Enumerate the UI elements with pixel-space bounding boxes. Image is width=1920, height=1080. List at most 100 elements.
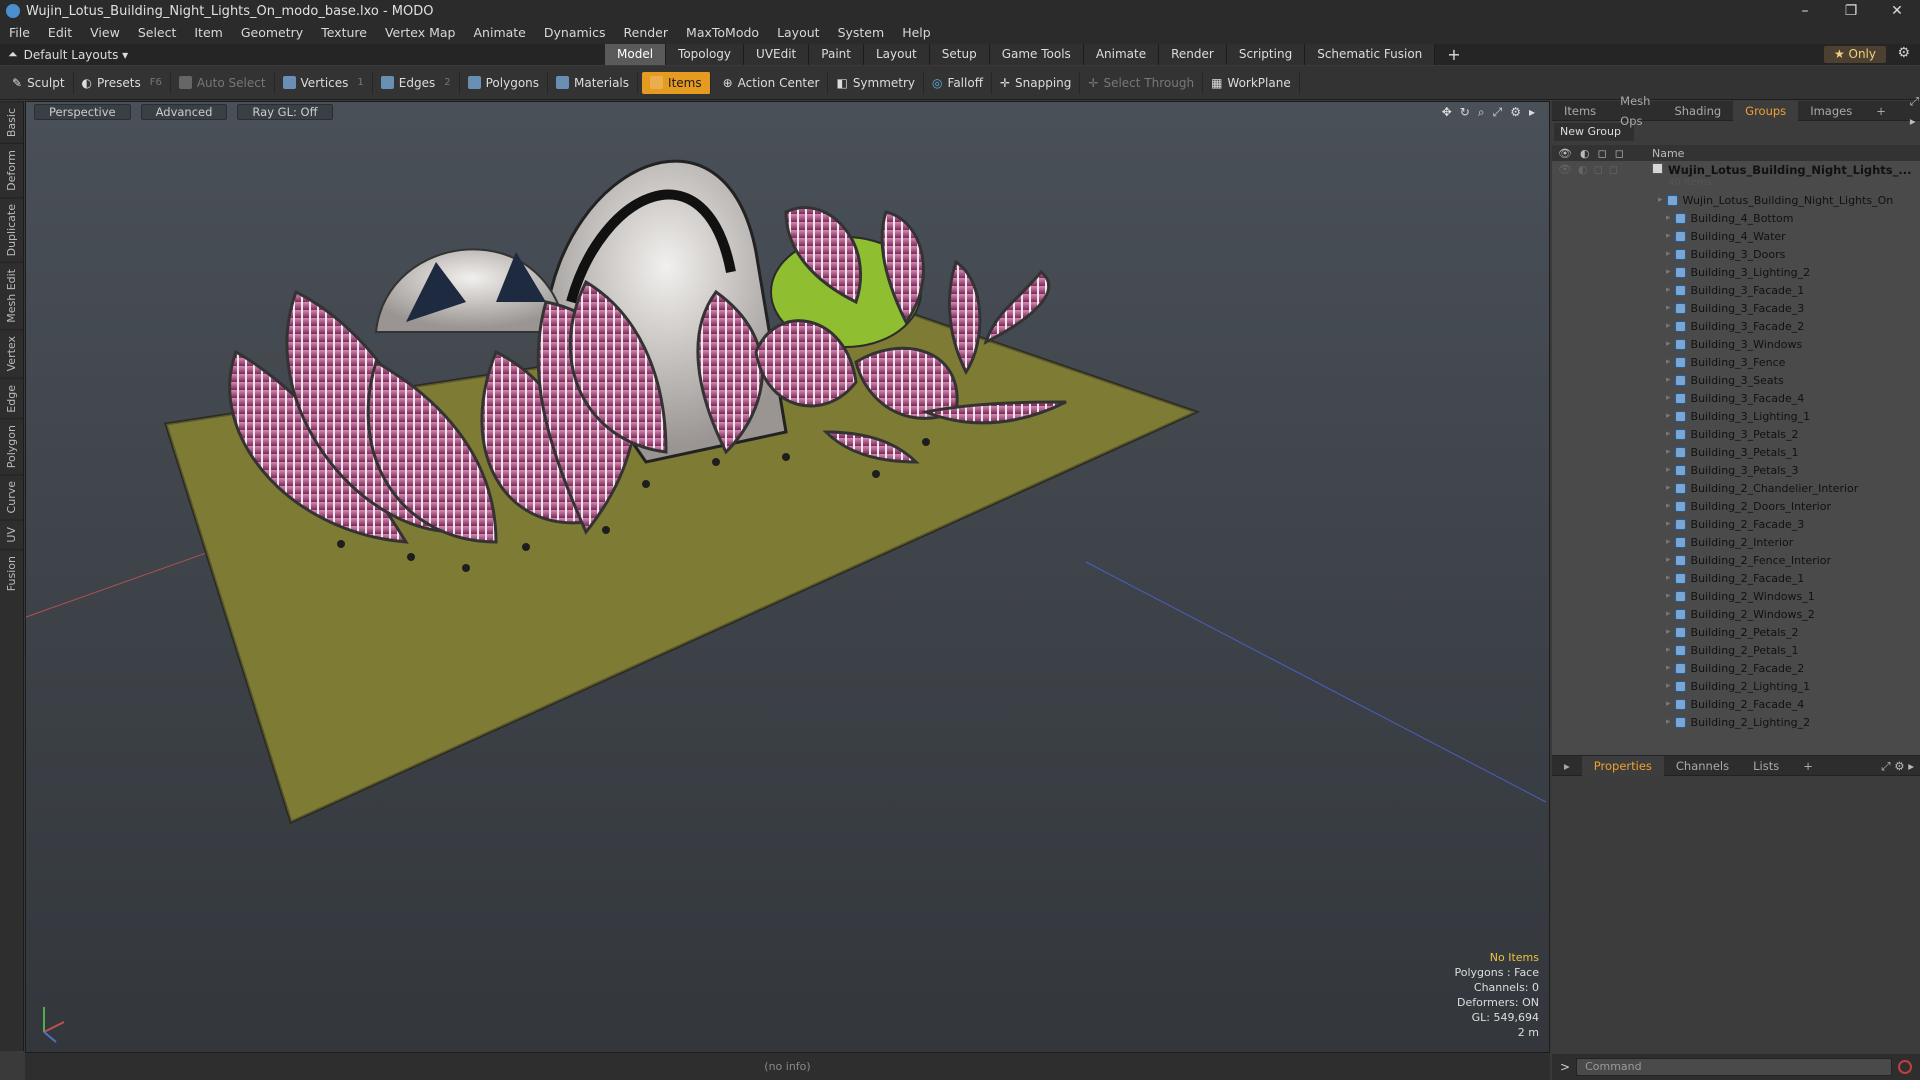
restore-button[interactable]: ❐ <box>1828 0 1874 22</box>
select-through-button[interactable]: ✛ Select Through <box>1080 71 1204 94</box>
left-tab-polygon[interactable]: Polygon <box>0 418 23 475</box>
expand-arrow-icon[interactable]: ▸ <box>1658 195 1663 205</box>
expand-arrow-icon[interactable]: ▸ <box>1666 591 1671 601</box>
presets-button[interactable]: ◐ Presets F6 <box>74 71 171 94</box>
tab-lists[interactable]: Lists <box>1741 756 1791 776</box>
left-tab-vertex[interactable]: Vertex <box>0 329 23 378</box>
menu-animate[interactable]: Animate <box>465 22 535 44</box>
vertices-button[interactable]: Vertices 1 <box>275 71 373 94</box>
expand-arrow-icon[interactable]: ▸ <box>1666 609 1671 619</box>
select-toggle-icon[interactable]: ◻ <box>1609 163 1618 176</box>
add-tab-button[interactable]: + <box>1435 44 1472 65</box>
menu-render[interactable]: Render <box>615 22 678 44</box>
menu-edit[interactable]: Edit <box>39 22 81 44</box>
tree-item-row[interactable]: ▸ Building_3_Doors <box>1552 245 1920 263</box>
tree-item-row[interactable]: ▸ Building_3_Petals_1 <box>1552 443 1920 461</box>
tab-topology[interactable]: Topology <box>666 44 745 65</box>
tab-images[interactable]: Images <box>1798 101 1864 121</box>
left-tab-deform[interactable]: Deform <box>0 143 23 198</box>
expand-arrow-icon[interactable]: ▸ <box>1666 717 1671 727</box>
tree-item-row[interactable]: ▸ Building_4_Water <box>1552 227 1920 245</box>
tree-item-row[interactable]: ▸ Building_2_Petals_2 <box>1552 623 1920 641</box>
expand-arrow-icon[interactable]: ▸ <box>1666 627 1671 637</box>
select-col-icon[interactable]: ◻ <box>1615 147 1624 160</box>
menu-help[interactable]: Help <box>893 22 940 44</box>
gear-icon[interactable]: ⚙ <box>1897 45 1910 61</box>
menu-system[interactable]: System <box>829 22 894 44</box>
left-tab-curve[interactable]: Curve <box>0 474 23 520</box>
tree-item-row[interactable]: ▸ Building_2_Windows_1 <box>1552 587 1920 605</box>
tree-item-row[interactable]: ▸ Building_3_Facade_4 <box>1552 389 1920 407</box>
expand-arrow-icon[interactable]: ▸ <box>1666 357 1671 367</box>
close-button[interactable]: ✕ <box>1874 0 1920 22</box>
name-column-header[interactable]: Name <box>1652 147 1684 160</box>
tree-item-row[interactable]: ▸ Building_3_Petals_3 <box>1552 461 1920 479</box>
expand-arrow-icon[interactable]: ▸ <box>1666 231 1671 241</box>
polygons-button[interactable]: Polygons <box>460 71 549 94</box>
items-button[interactable]: Items <box>642 71 711 94</box>
rotate-icon[interactable]: ↻ <box>1460 105 1470 120</box>
left-tab-basic[interactable]: Basic <box>0 101 23 144</box>
tree-item-row[interactable]: ▸ Building_3_Lighting_1 <box>1552 407 1920 425</box>
tree-item-row[interactable]: ▸ Building_2_Facade_4 <box>1552 695 1920 713</box>
layout-dropdown[interactable]: Default Layouts ▾ <box>24 48 129 62</box>
menu-select[interactable]: Select <box>129 22 186 44</box>
materials-button[interactable]: Materials <box>548 71 639 94</box>
tree-item-row[interactable]: ▸ Building_2_Lighting_1 <box>1552 677 1920 695</box>
left-tab-edge[interactable]: Edge <box>0 377 23 419</box>
fit-icon[interactable]: ⤢ <box>1493 105 1503 120</box>
tab-paint[interactable]: Paint <box>809 44 864 65</box>
tree-item-row[interactable]: ▸ Building_2_Chandelier_Interior <box>1552 479 1920 497</box>
tree-item-row[interactable]: ▸ Building_3_Seats <box>1552 371 1920 389</box>
menu-layout[interactable]: Layout <box>768 22 829 44</box>
menu-file[interactable]: File <box>0 22 39 44</box>
tree-item-row[interactable]: ▸ Wujin_Lotus_Building_Night_Lights_On <box>1552 191 1920 209</box>
expand-arrow-icon[interactable]: ▸ <box>1666 375 1671 385</box>
record-icon[interactable] <box>1898 1060 1913 1074</box>
tab-setup[interactable]: Setup <box>929 44 990 65</box>
auto-select-button[interactable]: Auto Select <box>171 71 275 94</box>
zoom-icon[interactable]: ⌕ <box>1478 105 1485 120</box>
tree-item-row[interactable]: ▸ Building_2_Fence_Interior <box>1552 551 1920 569</box>
group-root-row[interactable]: 👁 ◐ ◻ ◻ Wujin_Lotus_Building_Night_Lights_.… <box>1552 161 1920 191</box>
left-tab-duplicate[interactable]: Duplicate <box>0 197 23 263</box>
expand-arrow-icon[interactable]: ▸ <box>1666 285 1671 295</box>
tree-item-row[interactable]: ▸ Building_4_Bottom <box>1552 209 1920 227</box>
left-tab-uv[interactable]: UV <box>0 519 23 549</box>
command-input[interactable]: Command <box>1576 1058 1893 1076</box>
pan-icon[interactable]: ✥ <box>1442 105 1452 120</box>
render-toggle-icon[interactable]: ◐ <box>1578 163 1588 176</box>
menu-item[interactable]: Item <box>185 22 231 44</box>
shading-mode-button[interactable]: Advanced <box>140 104 228 120</box>
edges-button[interactable]: Edges 2 <box>373 71 460 94</box>
tab-scripting[interactable]: Scripting <box>1226 44 1306 65</box>
tree-item-row[interactable]: ▸ Building_3_Facade_2 <box>1552 317 1920 335</box>
workplane-button[interactable]: ▦ WorkPlane <box>1203 71 1300 94</box>
tree-item-row[interactable]: ▸ Building_2_Facade_2 <box>1552 659 1920 677</box>
menu-maxtomodo[interactable]: MaxToModo <box>677 22 768 44</box>
tree-item-row[interactable]: ▸ Building_2_Interior <box>1552 533 1920 551</box>
tab-channels[interactable]: Channels <box>1664 756 1741 776</box>
add-panel-toggle-icon[interactable]: ▸ <box>1552 756 1582 776</box>
left-tab-fusion[interactable]: Fusion <box>0 548 23 597</box>
visibility-eye-icon[interactable]: 👁 <box>1558 163 1572 176</box>
menu-dynamics[interactable]: Dynamics <box>535 22 615 44</box>
expand-arrow-icon[interactable]: ▸ <box>1666 213 1671 223</box>
expand-arrow-icon[interactable]: ▸ <box>1666 447 1671 457</box>
snapping-button[interactable]: ✛ Snapping <box>992 71 1081 94</box>
expand-arrow-icon[interactable]: ▸ <box>1666 537 1671 547</box>
expand-arrow-icon[interactable]: ▸ <box>1666 393 1671 403</box>
tab-items[interactable]: Items <box>1552 101 1608 121</box>
add-properties-tab-icon[interactable]: + <box>1791 756 1825 776</box>
tab-model[interactable]: Model <box>605 44 667 65</box>
tree-item-row[interactable]: ▸ Building_3_Lighting_2 <box>1552 263 1920 281</box>
tab-animate[interactable]: Animate <box>1083 44 1160 65</box>
properties-expand-icon[interactable]: ⤢ ⚙ ▸ <box>1869 756 1920 776</box>
falloff-button[interactable]: ◎ Falloff <box>924 71 992 94</box>
tab-layout[interactable]: Layout <box>863 44 930 65</box>
lock-col-icon[interactable]: ◻ <box>1598 147 1607 160</box>
tree-item-row[interactable]: ▸ Building_3_Fence <box>1552 353 1920 371</box>
panel-expand-icon[interactable]: ⤢ ▸ <box>1898 91 1920 131</box>
tree-item-row[interactable]: ▸ Building_3_Facade_3 <box>1552 299 1920 317</box>
tree-item-row[interactable]: ▸ Building_2_Lighting_2 <box>1552 713 1920 731</box>
